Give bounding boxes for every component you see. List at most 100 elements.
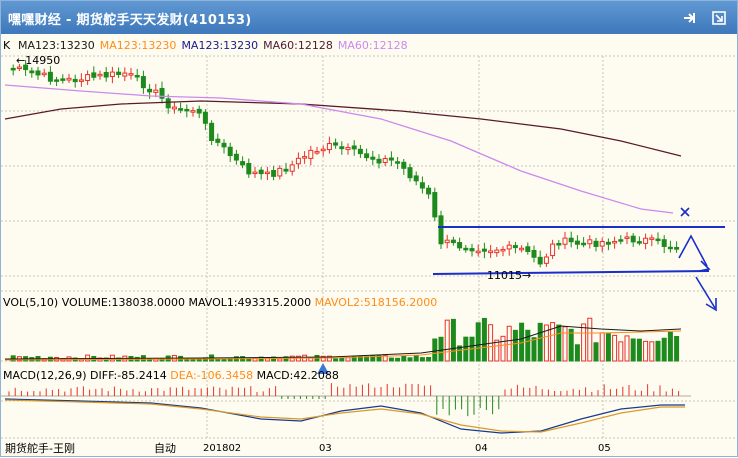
macd-legend: MACD(12,26,9) DIFF:-85.2414 DEA:-106.345…: [3, 369, 339, 382]
candle-body: [264, 171, 270, 175]
volume-bar: [667, 331, 673, 362]
chart-window: 嘿嘿财经 - 期货舵手天天发财(410153) K MA123:13230 MA1…: [0, 0, 738, 457]
candle-body: [308, 149, 314, 159]
volume-bar: [339, 357, 345, 362]
candle-body: [116, 71, 122, 75]
candle-body: [655, 238, 661, 242]
volume-indicator-label: VOL(5,10): [3, 296, 59, 309]
volume-bar: [85, 354, 91, 362]
candle-body: [246, 162, 252, 175]
candle-body: [153, 89, 159, 93]
candle-body: [494, 249, 500, 254]
volume-bar: [624, 335, 630, 362]
volume-bar: [581, 323, 587, 362]
ma-legend-item: MA60:12128: [263, 39, 333, 52]
candle-body: [165, 98, 171, 109]
volume-bar: [277, 358, 283, 362]
candle-body: [531, 250, 537, 258]
candle-body: [295, 157, 301, 165]
candle-body: [35, 70, 41, 76]
candle-body: [277, 167, 283, 177]
candle-body: [649, 237, 655, 240]
pin-icon[interactable]: [681, 10, 697, 26]
volume-bar: [395, 357, 401, 362]
maximize-icon[interactable]: [711, 10, 727, 26]
candle-body: [457, 242, 463, 249]
annotation-high: ←14950: [16, 54, 61, 67]
candle-body: [543, 256, 549, 264]
candle-body: [302, 156, 308, 159]
volume-bar: [413, 355, 419, 362]
volume-bar: [419, 357, 425, 362]
volume-legend: VOL(5,10) VOLUME:138038.0000 MAVOL1:4933…: [3, 296, 437, 309]
ma-legend-item: MA123:13230: [18, 39, 95, 52]
volume-bar: [432, 338, 438, 362]
channel-bottom-line: [432, 270, 710, 275]
candle-body: [463, 247, 469, 251]
volume-bar: [568, 328, 574, 362]
candle-body: [450, 239, 456, 244]
volume-bar: [475, 322, 481, 362]
mavol1-value: MAVOL1:493315.2000: [188, 296, 312, 309]
ma-legend: MA123:13230 MA123:13230 MA123:13230 MA60:12…: [18, 39, 413, 52]
candle-body: [85, 74, 91, 81]
candle-body: [612, 240, 618, 244]
volume-bar: [593, 342, 599, 362]
cross-mark: [680, 207, 690, 217]
candle-body: [562, 237, 568, 245]
window-title: 嘿嘿财经 - 期货舵手天天发财(410153): [8, 13, 252, 28]
volume-bar: [333, 358, 339, 362]
candle-body: [333, 142, 339, 146]
ma-legend-item: MA123:13230: [181, 39, 259, 52]
candle-body: [54, 79, 60, 82]
candle-body: [618, 239, 624, 242]
author-label: 期货舵手-王刚: [5, 442, 75, 455]
candle-body: [568, 237, 574, 243]
candle-body: [444, 239, 450, 244]
candle-body: [66, 77, 72, 81]
chart-svg[interactable]: [1, 34, 737, 458]
candle-body: [488, 250, 494, 254]
candle-body: [382, 158, 388, 163]
candle-body: [624, 236, 630, 239]
volume-bar: [481, 317, 487, 362]
auto-label[interactable]: 自动: [154, 440, 176, 456]
candle-body: [506, 244, 512, 250]
volume-bar: [407, 357, 413, 362]
candle-body: [134, 74, 140, 78]
candle-body: [258, 169, 264, 175]
candle-body: [215, 138, 221, 143]
volume-bar: [506, 325, 512, 362]
down-arrow-head: [705, 298, 717, 312]
candle-body: [419, 182, 425, 189]
candle-body: [438, 215, 444, 245]
volume-bar: [444, 319, 450, 362]
candle-body: [140, 76, 146, 89]
candle-body: [171, 106, 177, 110]
candle-body: [29, 70, 35, 74]
x-tick-201802: 201802: [203, 443, 242, 454]
candle-body: [537, 256, 543, 265]
x-tick-03: 03: [319, 443, 332, 454]
volume-bar: [587, 317, 593, 362]
candle-body: [413, 175, 419, 182]
volume-bar: [494, 339, 500, 362]
volume-bar: [661, 337, 667, 362]
x-tick-04: 04: [475, 443, 488, 454]
chart-area[interactable]: K MA123:13230 MA123:13230 MA123:13230 MA60:…: [1, 34, 737, 458]
mavol2-value: MAVOL2:518156.2000: [314, 296, 438, 309]
ma-mid-line: [4, 84, 674, 214]
candle-body: [60, 78, 66, 81]
candle-body: [593, 240, 599, 247]
candle-body: [407, 167, 413, 179]
volume-value: VOLUME:138038.0000: [61, 296, 185, 309]
volume-bar: [655, 340, 661, 362]
candle-body: [271, 169, 277, 177]
volume-bar: [512, 329, 518, 362]
candle-body: [574, 240, 580, 245]
candle-body: [339, 146, 345, 150]
volume-bar: [450, 318, 456, 362]
candle-body: [196, 108, 202, 114]
volume-bar: [438, 336, 444, 362]
volume-bar: [388, 357, 394, 362]
